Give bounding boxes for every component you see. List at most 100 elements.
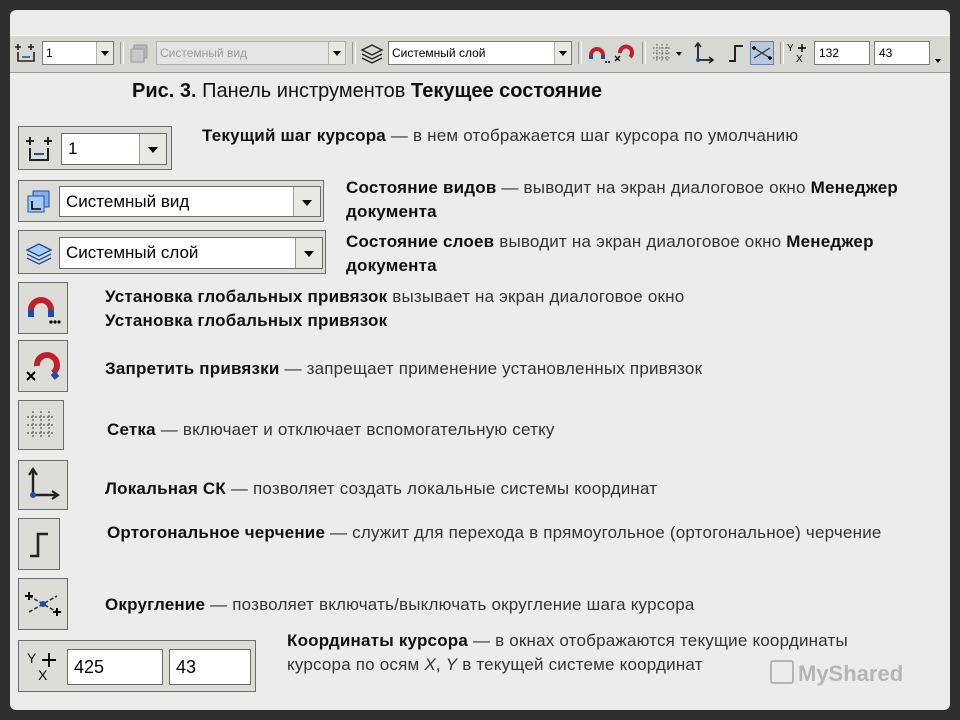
term: Состояние видов — [346, 178, 497, 197]
term: Локальная СК — [105, 479, 226, 498]
disable-snaps-icon — [26, 352, 60, 381]
svg-text:X: X — [796, 54, 803, 65]
watermark: MyShared — [770, 660, 903, 687]
chevron-down-icon[interactable] — [139, 134, 166, 164]
term: Сетка — [107, 420, 156, 439]
layer-state-select[interactable]: Системный слой — [59, 237, 323, 269]
grid-icon[interactable] — [650, 41, 674, 65]
rounding-icon — [25, 592, 61, 616]
description-text: — позволяет создать локальные системы ко… — [225, 479, 658, 498]
slide: 1 Системный вид Системный слой Y X 132 4… — [10, 10, 950, 710]
global-snaps-description: Установка глобальных привязок вызывает н… — [105, 285, 905, 333]
description-tail: в текущей системе координат — [457, 655, 703, 674]
description-text: — в нем отображается шаг курсора по умол… — [385, 126, 799, 145]
grid-description: Сетка — включает и отключает вспомогател… — [107, 418, 907, 442]
toolbar-separator — [578, 42, 582, 64]
coord-y-field[interactable]: 43 — [169, 649, 251, 685]
global-snaps-icon — [28, 297, 61, 324]
local-cs-icon — [28, 467, 60, 500]
views-icon — [128, 41, 152, 65]
description-text: выводит на экран диалоговое окно — [494, 232, 787, 251]
view-state-value: Системный вид — [66, 192, 190, 211]
description-text: — служит для перехода в прямоугольное (о… — [325, 523, 882, 542]
watermark-logo-icon — [770, 660, 794, 684]
term: Состояние слоев — [346, 232, 495, 251]
term: Округление — [105, 595, 206, 614]
cursor-step-icon — [26, 137, 52, 161]
coord-x-field[interactable]: 425 — [67, 649, 163, 685]
svg-text:Y: Y — [27, 650, 37, 666]
term: Ортогональное черчение — [107, 523, 326, 542]
ortho-button[interactable] — [18, 518, 60, 570]
chevron-down-icon[interactable] — [328, 42, 345, 64]
coord-y-field[interactable]: 43 — [874, 41, 930, 65]
svg-text:Y: Y — [787, 43, 794, 54]
view-state-description: Состояние видов — выводит на экран диало… — [346, 176, 906, 224]
grid-icon — [27, 411, 55, 439]
grid-button[interactable] — [18, 400, 64, 450]
caption-text: Панель инструментов — [202, 80, 406, 102]
layer-state-select[interactable]: Системный слой — [388, 41, 572, 65]
cursor-step-select[interactable]: 1 — [42, 41, 114, 65]
cursor-step-icon[interactable] — [14, 41, 38, 65]
layers-icon — [360, 41, 384, 65]
svg-text:X: X — [38, 667, 48, 683]
cursor-step-value: 1 — [46, 46, 53, 60]
term: Координаты курсора — [287, 631, 469, 650]
view-state-value: Системный вид — [160, 46, 248, 60]
figure-caption: Рис. 3. Панель инструментов Текущее сост… — [132, 80, 602, 103]
global-snaps-button[interactable] — [18, 282, 68, 334]
global-snaps-icon[interactable] — [586, 41, 610, 65]
term: Установка глобальных привязок — [105, 287, 388, 306]
layer-state-value: Системный слой — [66, 243, 199, 262]
ortho-description: Ортогональное черчение — служит для пере… — [107, 521, 887, 545]
layer-state-value: Системный слой — [392, 46, 486, 60]
chevron-down-icon[interactable] — [554, 42, 571, 64]
axis-x: X — [424, 655, 436, 674]
term: Текущий шаг курсора — [202, 126, 386, 145]
views-icon — [27, 190, 50, 213]
view-state-select[interactable]: Системный вид — [156, 41, 346, 65]
toolbar-separator — [780, 42, 784, 64]
toolbar-separator — [642, 42, 646, 64]
layer-state-description: Состояние слоев выводит на экран диалого… — [346, 230, 936, 278]
local-cs-description: Локальная СК — позволяет создать локальн… — [105, 477, 905, 501]
cursor-coordinates-icon: YX — [786, 41, 812, 65]
chevron-down-icon[interactable] — [295, 238, 322, 268]
cursor-step-control: 1 — [18, 126, 172, 170]
coord-y-value: 43 — [176, 657, 197, 677]
layer-state-control: Системный слой — [18, 230, 326, 274]
axis-y: Y — [445, 655, 458, 674]
disable-snaps-icon[interactable] — [612, 41, 636, 65]
coord-x-value: 425 — [74, 657, 105, 677]
current-state-toolbar: 1 Системный вид Системный слой Y X 132 4… — [10, 35, 950, 73]
description-text: вызывает на экран диалоговое окно — [387, 287, 685, 306]
caption-prefix: Рис. 3. — [132, 80, 197, 102]
rounding-button[interactable] — [18, 578, 68, 630]
toolbar-overflow-icon[interactable] — [932, 41, 944, 65]
term: Запретить привязки — [105, 359, 280, 378]
chevron-down-icon[interactable] — [293, 187, 320, 216]
view-state-select[interactable]: Системный вид — [59, 186, 321, 217]
local-cs-icon[interactable] — [692, 41, 716, 65]
disable-snaps-button[interactable] — [18, 340, 68, 392]
cursor-coordinates-icon: YX — [27, 650, 56, 683]
grid-dropdown-icon[interactable] — [674, 41, 684, 65]
description-text: — выводит на экран диалоговое окно — [496, 178, 811, 197]
cursor-step-select[interactable]: 1 — [61, 133, 167, 165]
cursor-coordinates-control: YX 425 43 — [18, 640, 256, 692]
local-cs-button[interactable] — [18, 460, 68, 510]
description-text: — включает и отключает вспомогательную с… — [155, 420, 555, 439]
rounding-description: Округление — позволяет включать/выключат… — [105, 593, 925, 617]
toolbar-separator — [352, 42, 356, 64]
rounding-icon[interactable] — [750, 41, 774, 65]
description-text: — запрещает применение установленных при… — [279, 359, 703, 378]
disable-snaps-description: Запретить привязки — запрещает применени… — [105, 357, 925, 381]
term-2: Установка глобальных привязок — [105, 311, 388, 330]
chevron-down-icon[interactable] — [96, 42, 113, 64]
coord-x-field[interactable]: 132 — [814, 41, 870, 65]
toolbar-separator — [120, 42, 124, 64]
ortho-icon[interactable] — [724, 41, 748, 65]
view-state-control: Системный вид — [18, 180, 324, 222]
ortho-icon — [30, 532, 48, 558]
